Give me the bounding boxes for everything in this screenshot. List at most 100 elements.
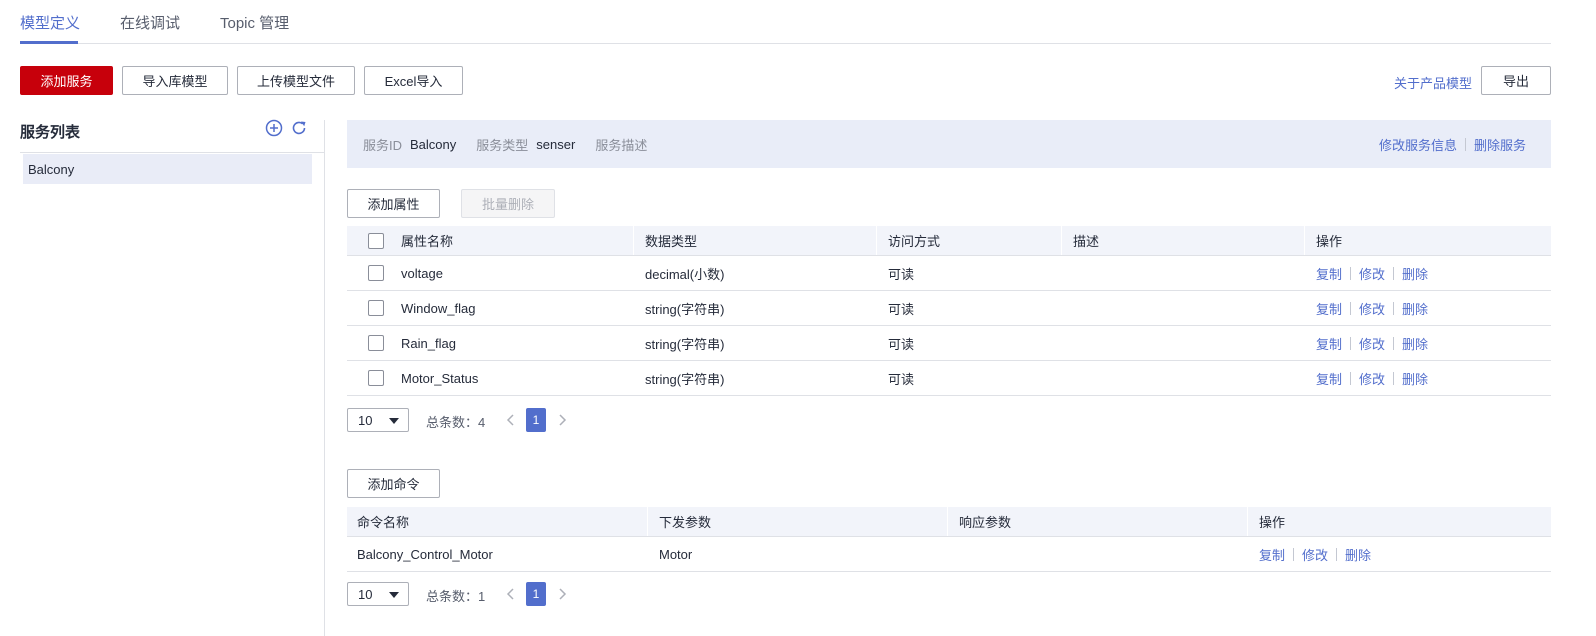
active-tab-indicator — [20, 41, 78, 44]
properties-table-header: 属性名称 数据类型 访问方式 描述 操作 — [347, 226, 1551, 256]
page-size-value: 10 — [358, 412, 373, 428]
page-size-select[interactable]: 10 — [347, 582, 409, 606]
chevron-right-icon[interactable] — [555, 585, 569, 603]
table-row: voltage decimal(小数) 可读 复制 修改 删除 — [347, 256, 1551, 291]
delete-link[interactable]: 删除 — [1402, 299, 1428, 318]
copy-link[interactable]: 复制 — [1316, 264, 1342, 283]
divider — [1393, 266, 1395, 280]
edit-link[interactable]: 修改 — [1359, 334, 1385, 353]
property-access: 可读 — [888, 371, 915, 387]
header-data-type: 数据类型 — [645, 234, 698, 249]
refresh-icon[interactable] — [290, 119, 308, 137]
add-command-button[interactable]: 添加命令 — [347, 469, 440, 498]
header-access-mode: 访问方式 — [888, 234, 941, 249]
upload-model-file-button[interactable]: 上传模型文件 — [237, 66, 355, 95]
header-description: 描述 — [1073, 234, 1100, 249]
sidebar-item-balcony[interactable]: Balcony — [23, 154, 312, 184]
batch-delete-button[interactable]: 批量删除 — [461, 189, 555, 218]
divider — [1464, 138, 1466, 151]
header-property-name: 属性名称 — [401, 234, 454, 249]
page-number-current[interactable]: 1 — [526, 582, 546, 606]
edit-link[interactable]: 修改 — [1302, 545, 1328, 564]
edit-link[interactable]: 修改 — [1359, 369, 1385, 388]
row-operations: 复制 修改 删除 — [1316, 361, 1428, 395]
add-circle-icon[interactable] — [265, 119, 283, 137]
copy-link[interactable]: 复制 — [1316, 369, 1342, 388]
column-divider — [633, 226, 634, 255]
divider — [1350, 266, 1352, 280]
command-name: Balcony_Control_Motor — [357, 546, 493, 562]
service-id-label: 服务ID — [363, 137, 403, 153]
header-response-params: 响应参数 — [959, 515, 1012, 530]
chevron-left-icon[interactable] — [504, 411, 518, 429]
property-name: voltage — [401, 265, 443, 281]
property-name: Motor_Status — [401, 370, 479, 386]
divider — [1393, 301, 1395, 315]
chevron-right-icon[interactable] — [555, 411, 569, 429]
divider — [1350, 336, 1352, 350]
caret-down-icon — [389, 592, 399, 598]
row-operations: 复制 修改 删除 — [1316, 256, 1428, 290]
row-checkbox[interactable] — [368, 265, 384, 281]
tab-topic-management[interactable]: Topic 管理 — [220, 12, 289, 33]
delete-link[interactable]: 删除 — [1402, 264, 1428, 283]
row-operations: 复制 修改 删除 — [1316, 291, 1428, 325]
caret-down-icon — [389, 418, 399, 424]
column-divider — [647, 507, 648, 536]
service-list-title: 服务列表 — [20, 124, 81, 141]
select-all-checkbox[interactable] — [368, 233, 384, 249]
divider — [1350, 301, 1352, 315]
edit-link[interactable]: 修改 — [1359, 299, 1385, 318]
property-access: 可读 — [888, 336, 915, 352]
copy-link[interactable]: 复制 — [1259, 545, 1285, 564]
header-operations: 操作 — [1316, 234, 1343, 249]
page-number-current[interactable]: 1 — [526, 408, 546, 432]
tab-online-debug[interactable]: 在线调试 — [120, 12, 180, 33]
row-checkbox[interactable] — [368, 300, 384, 316]
edit-service-link[interactable]: 修改服务信息 — [1379, 135, 1457, 154]
copy-link[interactable]: 复制 — [1316, 299, 1342, 318]
about-product-model-link[interactable]: 关于产品模型 — [1394, 73, 1472, 92]
delete-link[interactable]: 删除 — [1402, 369, 1428, 388]
divider — [1336, 547, 1338, 561]
chevron-left-icon[interactable] — [504, 585, 518, 603]
copy-link[interactable]: 复制 — [1316, 334, 1342, 353]
row-checkbox[interactable] — [368, 335, 384, 351]
header-operations: 操作 — [1259, 515, 1286, 530]
header-command-name: 命令名称 — [357, 515, 410, 530]
sidebar-item-label: Balcony — [28, 161, 75, 177]
delete-link[interactable]: 删除 — [1345, 545, 1371, 564]
header-send-params: 下发参数 — [659, 515, 712, 530]
property-access: 可读 — [888, 301, 915, 317]
column-divider — [876, 226, 877, 255]
table-row: Rain_flag string(字符串) 可读 复制 修改 删除 — [347, 326, 1551, 361]
add-service-button[interactable]: 添加服务 — [20, 66, 113, 95]
divider — [1293, 547, 1295, 561]
delete-link[interactable]: 删除 — [1402, 334, 1428, 353]
property-name: Window_flag — [401, 300, 476, 316]
properties-table: 属性名称 数据类型 访问方式 描述 操作 voltage decimal(小数)… — [347, 226, 1551, 396]
tab-model-definition[interactable]: 模型定义 — [20, 12, 80, 33]
export-button[interactable]: 导出 — [1481, 66, 1551, 95]
delete-service-link[interactable]: 删除服务 — [1474, 135, 1526, 154]
table-row: Balcony_Control_Motor Motor 复制 修改 删除 — [347, 537, 1551, 572]
table-row: Window_flag string(字符串) 可读 复制 修改 删除 — [347, 291, 1551, 326]
property-name: Rain_flag — [401, 335, 456, 351]
import-library-model-button[interactable]: 导入库模型 — [122, 66, 228, 95]
top-tabs: 模型定义 在线调试 Topic 管理 — [20, 0, 1551, 44]
row-checkbox[interactable] — [368, 370, 384, 386]
add-property-button[interactable]: 添加属性 — [347, 189, 440, 218]
property-type: string(字符串) — [645, 336, 725, 352]
commands-pagination: 10 总条数：1 1 — [347, 582, 647, 606]
service-desc-label: 服务描述 — [595, 137, 648, 153]
service-info-bar: 服务ID Balcony 服务类型 senser 服务描述 修改服务信息 删除服… — [347, 120, 1551, 168]
property-type: string(字符串) — [645, 371, 725, 387]
edit-link[interactable]: 修改 — [1359, 264, 1385, 283]
excel-import-button[interactable]: Excel导入 — [364, 66, 463, 95]
property-type: string(字符串) — [645, 301, 725, 317]
service-type-label: 服务类型 — [476, 137, 529, 153]
page-size-select[interactable]: 10 — [347, 408, 409, 432]
divider — [1393, 336, 1395, 350]
divider — [1393, 371, 1395, 385]
command-params: Motor — [659, 546, 693, 562]
